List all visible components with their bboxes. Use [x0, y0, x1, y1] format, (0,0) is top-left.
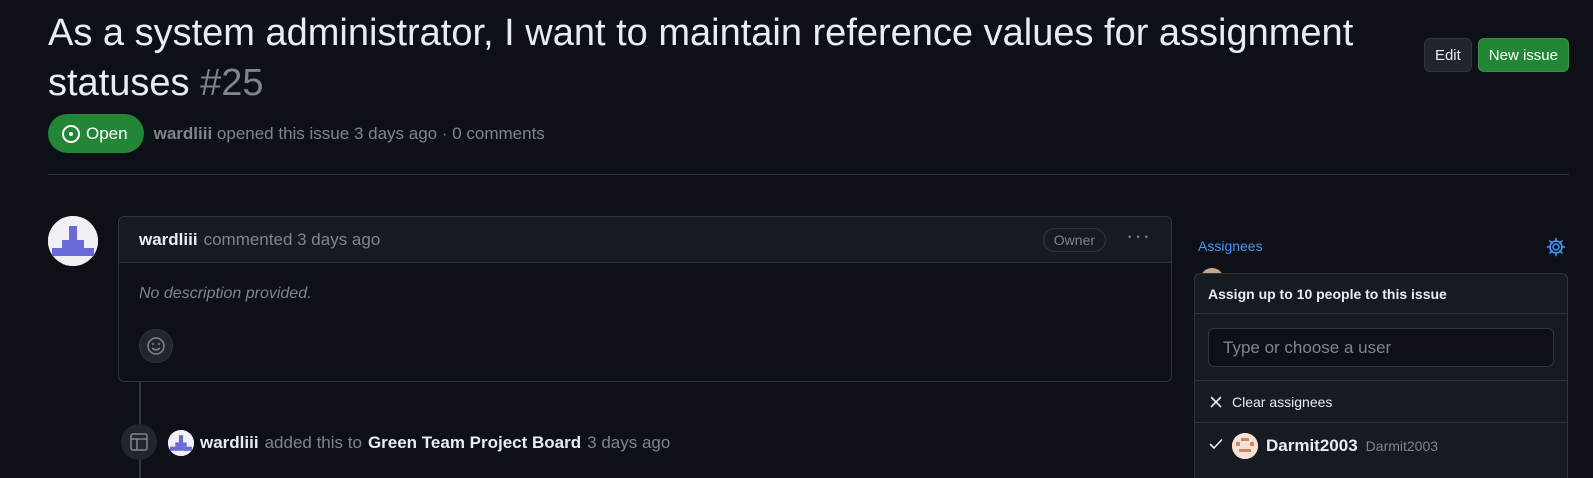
header-actions: Edit New issue	[1423, 38, 1569, 72]
smiley-icon	[147, 337, 165, 355]
add-reaction-button[interactable]	[139, 329, 173, 363]
comment-header: wardliii commented 3 days ago Owner ···	[119, 217, 1171, 263]
assignee-name: Darmit2003	[1365, 438, 1439, 454]
comment-body: No description provided.	[139, 285, 312, 302]
event-author[interactable]: wardliii	[200, 433, 259, 453]
gear-icon[interactable]	[1546, 237, 1566, 262]
event-board-link[interactable]: Green Team Project Board	[368, 433, 581, 453]
identicon-icon	[168, 430, 194, 456]
identicon-icon	[1232, 433, 1258, 459]
identicon-icon	[48, 216, 98, 266]
kebab-horizontal-icon[interactable]: ···	[1126, 224, 1151, 249]
comment-box: wardliii commented 3 days ago Owner ··· …	[118, 216, 1172, 382]
dropdown-filter	[1195, 314, 1567, 381]
event-time[interactable]: 3 days ago	[587, 433, 670, 453]
issue-title-area: As a system administrator, I want to mai…	[48, 8, 1428, 108]
clear-assignees-label: Clear assignees	[1232, 393, 1333, 410]
clear-assignees-button[interactable]: Clear assignees	[1195, 381, 1567, 423]
comment-meta[interactable]: commented 3 days ago	[204, 230, 381, 250]
project-table-icon	[130, 433, 148, 451]
avatar[interactable]	[168, 430, 194, 456]
avatar	[1232, 433, 1258, 459]
state-badge: Open	[48, 114, 144, 153]
header-divider	[48, 174, 1569, 175]
event-action: added this to	[264, 433, 362, 452]
issue-meta-text: wardliii opened this issue 3 days ago · …	[154, 124, 545, 144]
issue-title: As a system administrator, I want to mai…	[48, 8, 1428, 108]
check-icon	[1208, 436, 1224, 457]
assignee-option[interactable]: Darmit2003 Darmit2003	[1195, 423, 1567, 469]
assignees-heading[interactable]: Assignees	[1198, 238, 1263, 254]
issue-opened-icon	[62, 124, 80, 143]
issue-author-link[interactable]: wardliii	[154, 124, 213, 143]
x-icon	[1210, 396, 1222, 407]
assignees-dropdown: Assign up to 10 people to this issue Cle…	[1194, 273, 1568, 478]
issue-meta: Open wardliii opened this issue 3 days a…	[48, 114, 545, 153]
edit-button[interactable]: Edit	[1423, 38, 1472, 72]
timeline-event: wardliii added this to Green Team Projec…	[168, 430, 670, 456]
avatar[interactable]	[48, 216, 98, 266]
timeline-badge	[121, 424, 157, 460]
issue-opened-text: opened this issue 3 days ago · 0 comment…	[216, 123, 545, 143]
state-label: Open	[86, 123, 128, 143]
owner-badge: Owner	[1042, 227, 1107, 252]
issue-number: #25	[200, 62, 264, 104]
assignee-login: Darmit2003	[1266, 436, 1358, 455]
new-issue-button[interactable]: New issue	[1477, 38, 1569, 72]
comment-author[interactable]: wardliii	[139, 230, 198, 250]
user-search-input[interactable]	[1208, 328, 1554, 367]
dropdown-header: Assign up to 10 people to this issue	[1195, 274, 1567, 314]
